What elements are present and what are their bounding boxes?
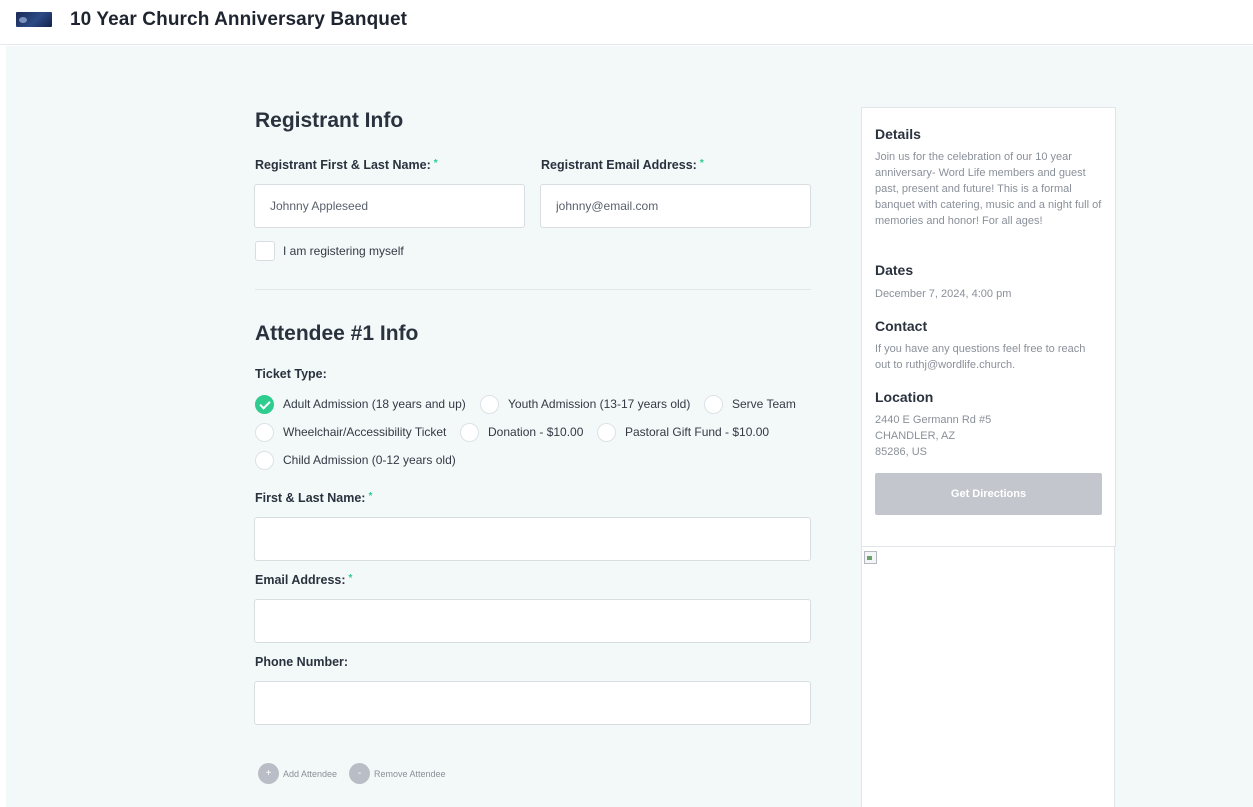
event-details-panel: Details Join us for the celebration of o… bbox=[861, 107, 1116, 547]
required-mark: * bbox=[699, 158, 704, 169]
location-heading: Location bbox=[875, 389, 934, 405]
register-myself-label: I am registering myself bbox=[283, 244, 404, 258]
attendee-email-label: Email Address: * bbox=[255, 573, 352, 587]
attendee-heading: Attendee #1 Info bbox=[255, 322, 419, 345]
event-title: 10 Year Church Anniversary Banquet bbox=[70, 9, 408, 30]
registrant-name-label-text: Registrant First & Last Name: bbox=[255, 158, 431, 172]
ticket-option-wheelchair[interactable]: Wheelchair/Accessibility Ticket bbox=[255, 422, 446, 442]
registrant-email-label-text: Registrant Email Address: bbox=[541, 158, 697, 172]
ticket-option-pastoral-gift[interactable]: Pastoral Gift Fund - $10.00 bbox=[597, 422, 769, 442]
details-text: Join us for the celebration of our 10 ye… bbox=[875, 151, 1102, 227]
ticket-type-label: Ticket Type: bbox=[255, 367, 327, 381]
radio-circle-icon bbox=[255, 450, 274, 470]
required-mark: * bbox=[368, 491, 373, 502]
section-divider bbox=[255, 289, 811, 290]
ticket-option-youth[interactable]: Youth Admission (13-17 years old) bbox=[480, 394, 690, 414]
ticket-option-label: Donation - $10.00 bbox=[488, 425, 584, 439]
broken-image-icon bbox=[864, 551, 877, 564]
ticket-option-adult[interactable]: Adult Admission (18 years and up) bbox=[255, 394, 466, 414]
ticket-option-label: Wheelchair/Accessibility Ticket bbox=[283, 425, 447, 439]
dates-text: December 7, 2024, 4:00 pm bbox=[875, 288, 1012, 300]
registration-page: Registrant Info Registrant First & Last … bbox=[6, 46, 1253, 807]
radio-circle-icon bbox=[480, 394, 499, 414]
ticket-option-label: Adult Admission (18 years and up) bbox=[283, 397, 466, 411]
attendee-name-input[interactable] bbox=[254, 517, 811, 561]
attendee-name-label: First & Last Name: * bbox=[255, 491, 372, 505]
ticket-option-label: Youth Admission (13-17 years old) bbox=[508, 397, 691, 411]
ticket-option-label: Serve Team bbox=[732, 397, 796, 411]
attendee-email-input[interactable] bbox=[254, 599, 811, 643]
radio-circle-icon bbox=[704, 394, 723, 414]
registrant-heading: Registrant Info bbox=[255, 109, 404, 132]
address-line-1: 2440 E Germann Rd #5 bbox=[875, 414, 992, 426]
attendee-name-label-text: First & Last Name: bbox=[255, 491, 366, 505]
ticket-option-donation[interactable]: Donation - $10.00 bbox=[460, 422, 583, 442]
registrant-name-input[interactable] bbox=[254, 184, 525, 228]
attendee-email-label-text: Email Address: bbox=[255, 573, 346, 587]
registrant-name-label: Registrant First & Last Name: * bbox=[255, 158, 438, 172]
contact-text: If you have any questions feel free to r… bbox=[875, 343, 1086, 371]
radio-circle-icon bbox=[460, 422, 479, 442]
radio-circle-icon bbox=[597, 422, 616, 442]
map-image bbox=[861, 547, 1115, 807]
address-line-3: 85286, US bbox=[875, 446, 927, 458]
ticket-option-serve-team[interactable]: Serve Team bbox=[704, 394, 796, 414]
top-bar: 10 Year Church Anniversary Banquet bbox=[0, 0, 1253, 45]
church-logo-image bbox=[16, 12, 52, 27]
add-attendee-button[interactable]: + bbox=[258, 763, 279, 784]
attendee-phone-label: Phone Number: bbox=[255, 655, 349, 669]
checkmark-icon bbox=[255, 394, 274, 414]
registrant-email-label: Registrant Email Address: * bbox=[541, 158, 704, 172]
add-attendee-label[interactable]: Add Attendee bbox=[283, 769, 337, 779]
address-line-2: CHANDLER, AZ bbox=[875, 430, 956, 442]
ticket-option-label: Child Admission (0-12 years old) bbox=[283, 453, 456, 467]
details-heading: Details bbox=[875, 126, 921, 142]
registrant-email-input[interactable] bbox=[540, 184, 811, 228]
register-myself-checkbox[interactable] bbox=[255, 241, 275, 261]
required-mark: * bbox=[348, 573, 353, 584]
attendee-phone-input[interactable] bbox=[254, 681, 811, 725]
remove-attendee-button[interactable]: - bbox=[349, 763, 370, 784]
ticket-option-child[interactable]: Child Admission (0-12 years old) bbox=[255, 450, 456, 470]
contact-heading: Contact bbox=[875, 318, 928, 334]
radio-circle-icon bbox=[255, 422, 274, 442]
required-mark: * bbox=[433, 158, 438, 169]
get-directions-button[interactable]: Get Directions bbox=[875, 473, 1102, 515]
ticket-option-label: Pastoral Gift Fund - $10.00 bbox=[625, 425, 770, 439]
dates-heading: Dates bbox=[875, 262, 914, 278]
remove-attendee-label[interactable]: Remove Attendee bbox=[374, 769, 446, 779]
